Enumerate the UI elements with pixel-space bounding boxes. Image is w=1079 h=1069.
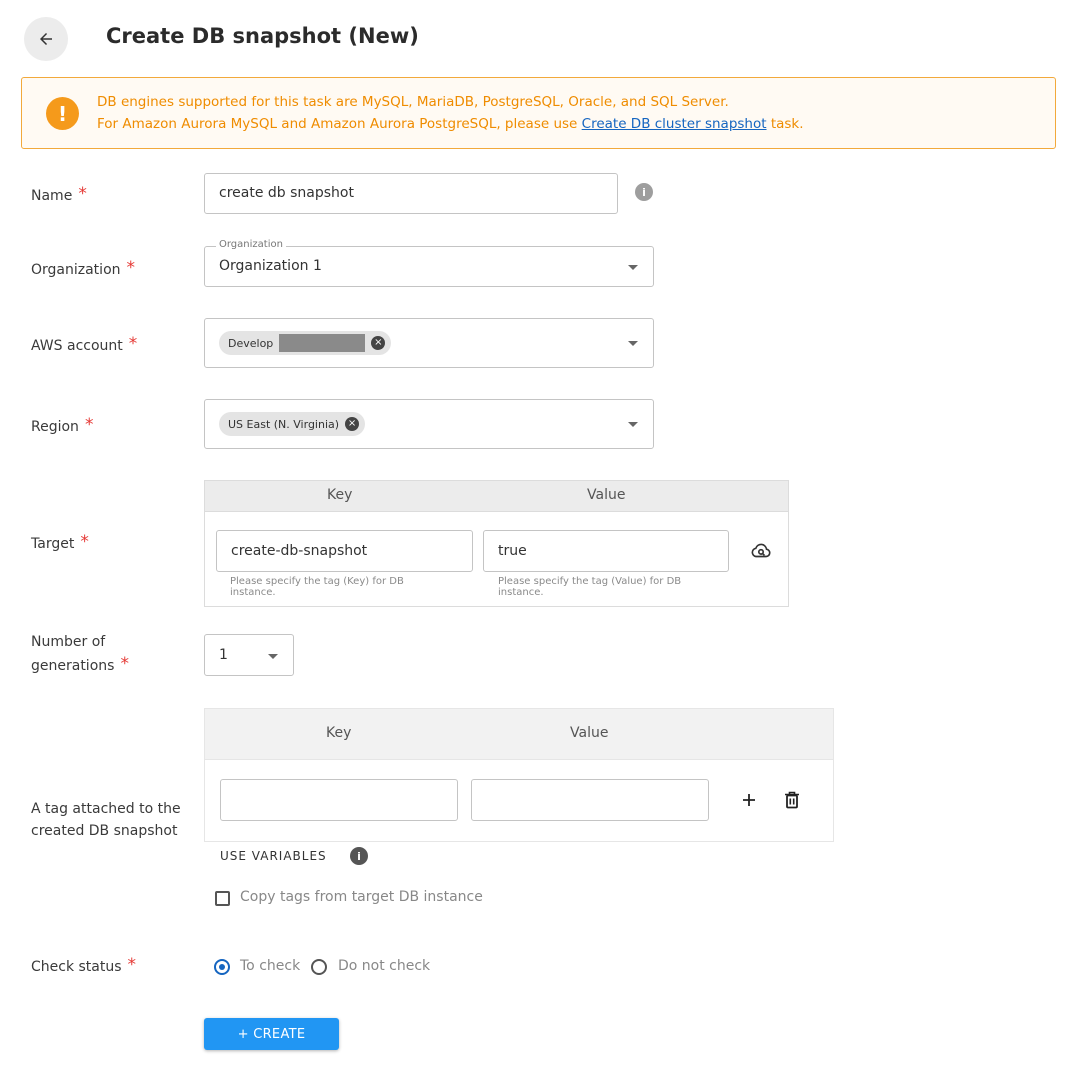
- chevron-down-icon: [268, 654, 278, 659]
- copy-tags-checkbox[interactable]: [215, 891, 230, 906]
- alert-line-2-prefix: For Amazon Aurora MySQL and Amazon Auror…: [97, 116, 582, 132]
- radio-to-check[interactable]: [214, 959, 230, 975]
- cluster-snapshot-link[interactable]: Create DB cluster snapshot: [582, 116, 767, 132]
- radio-do-not-check-label: Do not check: [338, 958, 431, 974]
- cloud-search-icon[interactable]: [749, 539, 773, 563]
- aws-account-select[interactable]: Develop ×: [204, 318, 654, 368]
- tags-table: Key Value: [204, 708, 834, 842]
- info-alert: ! DB engines supported for this task are…: [21, 77, 1056, 149]
- target-value-header: Value: [587, 487, 626, 503]
- create-button[interactable]: + CREATE: [204, 1018, 339, 1050]
- tags-value-header: Value: [570, 725, 609, 741]
- tags-key-header: Key: [326, 725, 352, 741]
- target-value-hint: Please specify the tag (Value) for DB in…: [498, 576, 682, 598]
- warning-icon: !: [46, 97, 79, 130]
- aws-account-chip: Develop ×: [219, 331, 392, 355]
- alert-line-2: For Amazon Aurora MySQL and Amazon Auror…: [97, 116, 804, 132]
- name-input[interactable]: create db snapshot: [204, 173, 618, 214]
- page-title: Create DB snapshot (New): [106, 24, 419, 48]
- check-status-label: Check status *: [31, 955, 137, 975]
- use-variables-button[interactable]: USE VARIABLES: [220, 849, 327, 863]
- tags-label-2: created DB snapshot: [31, 823, 178, 839]
- organization-legend: Organization: [216, 239, 286, 250]
- generations-value: 1: [219, 647, 228, 663]
- alert-line-1: DB engines supported for this task are M…: [97, 94, 729, 110]
- radio-to-check-label: To check: [240, 958, 301, 974]
- alert-line-2-suffix: task.: [766, 116, 804, 132]
- required-mark: *: [84, 415, 94, 435]
- target-label: Target *: [31, 532, 89, 552]
- required-mark: *: [80, 532, 89, 552]
- required-mark: *: [78, 184, 87, 204]
- chevron-down-icon: [628, 341, 638, 346]
- region-label: Region *: [31, 415, 94, 435]
- generations-label: Number of: [31, 634, 106, 650]
- redacted-block: [279, 334, 366, 352]
- required-mark: *: [128, 334, 138, 354]
- info-icon[interactable]: i: [350, 847, 368, 865]
- close-icon[interactable]: ×: [345, 417, 360, 431]
- trash-icon: [785, 791, 799, 809]
- region-select[interactable]: US East (N. Virginia) ×: [204, 399, 654, 449]
- target-key-value: create-db-snapshot: [231, 543, 368, 559]
- target-key-hint: Please specify the tag (Key) for DB inst…: [230, 576, 404, 598]
- target-value-value: true: [498, 543, 527, 559]
- target-value-input[interactable]: true: [483, 530, 729, 572]
- region-chip: US East (N. Virginia) ×: [219, 412, 366, 436]
- required-mark: *: [127, 955, 137, 975]
- chevron-down-icon: [628, 422, 638, 427]
- generations-select[interactable]: 1: [204, 634, 294, 676]
- aws-account-label: AWS account *: [31, 334, 138, 354]
- copy-tags-label: Copy tags from target DB instance: [240, 889, 483, 905]
- required-mark: *: [120, 654, 129, 674]
- back-button[interactable]: [24, 17, 68, 61]
- name-label: Name *: [31, 184, 87, 204]
- tags-table-header: Key Value: [205, 709, 833, 760]
- radio-do-not-check[interactable]: [311, 959, 327, 975]
- generations-label-2: generations *: [31, 654, 129, 674]
- target-key-input[interactable]: create-db-snapshot: [216, 530, 473, 572]
- organization-label: Organization *: [31, 258, 136, 278]
- target-table: Key Value create-db-snapshot true Please…: [204, 480, 789, 607]
- info-icon[interactable]: i: [635, 183, 653, 201]
- organization-select[interactable]: Organization Organization 1: [204, 239, 654, 287]
- required-mark: *: [126, 258, 136, 278]
- target-key-header: Key: [327, 487, 353, 503]
- organization-value: Organization 1: [219, 258, 322, 274]
- chevron-down-icon: [628, 265, 638, 270]
- tag-key-input[interactable]: [220, 779, 458, 821]
- arrow-left-icon: [40, 33, 52, 45]
- close-icon[interactable]: ×: [371, 336, 386, 350]
- name-input-value: create db snapshot: [219, 185, 354, 201]
- delete-tag-button[interactable]: [781, 789, 803, 811]
- add-tag-button[interactable]: [738, 789, 760, 811]
- target-table-header: Key Value: [205, 481, 788, 512]
- tag-value-input[interactable]: [471, 779, 709, 821]
- plus-icon: [743, 794, 755, 806]
- tags-label: A tag attached to the: [31, 801, 181, 817]
